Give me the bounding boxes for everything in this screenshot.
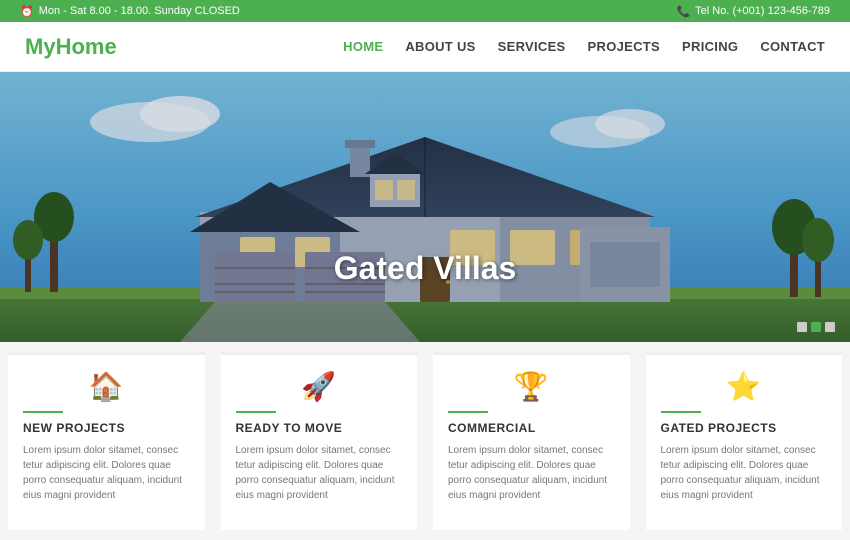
- card-divider-1: [236, 411, 276, 413]
- hero-title: Gated Villas: [334, 250, 517, 287]
- card-icon-3: ⭐: [661, 370, 828, 403]
- logo: MyHome: [25, 34, 117, 60]
- card-0: 🏠 NEW PROJECTS Lorem ipsum dolor sitamet…: [8, 352, 205, 530]
- dot-3[interactable]: [825, 322, 835, 332]
- card-icon-0: 🏠: [23, 370, 190, 403]
- logo-part2: Home: [56, 34, 117, 59]
- card-title-3: GATED PROJECTS: [661, 421, 777, 435]
- logo-part1: My: [25, 34, 56, 59]
- card-icon-1: 🚀: [236, 370, 403, 403]
- card-text-2: Lorem ipsum dolor sitamet, consec tetur …: [448, 443, 615, 503]
- phone-text: Tel No. (+001) 123-456-789: [695, 5, 830, 17]
- slider-dots: [797, 322, 835, 332]
- nav-home[interactable]: HOME: [343, 39, 383, 54]
- card-text-1: Lorem ipsum dolor sitamet, consec tetur …: [236, 443, 403, 503]
- dot-2[interactable]: [811, 322, 821, 332]
- card-3: ⭐ GATED PROJECTS Lorem ipsum dolor sitam…: [646, 352, 843, 530]
- card-text-0: Lorem ipsum dolor sitamet, consec tetur …: [23, 443, 190, 503]
- nav-about[interactable]: ABOUT US: [405, 39, 475, 54]
- nav-projects[interactable]: PROJECTS: [588, 39, 660, 54]
- hours-item: ⏰ Mon - Sat 8.00 - 18.00. Sunday CLOSED: [20, 5, 240, 18]
- clock-icon: ⏰: [20, 5, 34, 18]
- phone-icon: 📞: [676, 5, 690, 18]
- card-text-3: Lorem ipsum dolor sitamet, consec tetur …: [661, 443, 828, 503]
- top-bar: ⏰ Mon - Sat 8.00 - 18.00. Sunday CLOSED …: [0, 0, 850, 22]
- hours-text: Mon - Sat 8.00 - 18.00. Sunday CLOSED: [39, 5, 240, 17]
- card-1: 🚀 READY TO MOVE Lorem ipsum dolor sitame…: [221, 352, 418, 530]
- nav-pricing[interactable]: PRICING: [682, 39, 738, 54]
- card-divider-0: [23, 411, 63, 413]
- card-icon-2: 🏆: [448, 370, 615, 403]
- header: MyHome HOME ABOUT US SERVICES PROJECTS P…: [0, 22, 850, 72]
- hero-section: Gated Villas: [0, 72, 850, 342]
- dot-1[interactable]: [797, 322, 807, 332]
- main-nav: HOME ABOUT US SERVICES PROJECTS PRICING …: [343, 39, 825, 54]
- phone-item: 📞 Tel No. (+001) 123-456-789: [676, 5, 830, 18]
- nav-services[interactable]: SERVICES: [498, 39, 566, 54]
- card-2: 🏆 COMMERCIAL Lorem ipsum dolor sitamet, …: [433, 352, 630, 530]
- card-title-0: NEW PROJECTS: [23, 421, 125, 435]
- cards-section: 🏠 NEW PROJECTS Lorem ipsum dolor sitamet…: [0, 342, 850, 540]
- card-divider-2: [448, 411, 488, 413]
- card-divider-3: [661, 411, 701, 413]
- nav-contact[interactable]: CONTACT: [760, 39, 825, 54]
- card-title-1: READY TO MOVE: [236, 421, 343, 435]
- hero-image: [0, 72, 850, 342]
- card-title-2: COMMERCIAL: [448, 421, 536, 435]
